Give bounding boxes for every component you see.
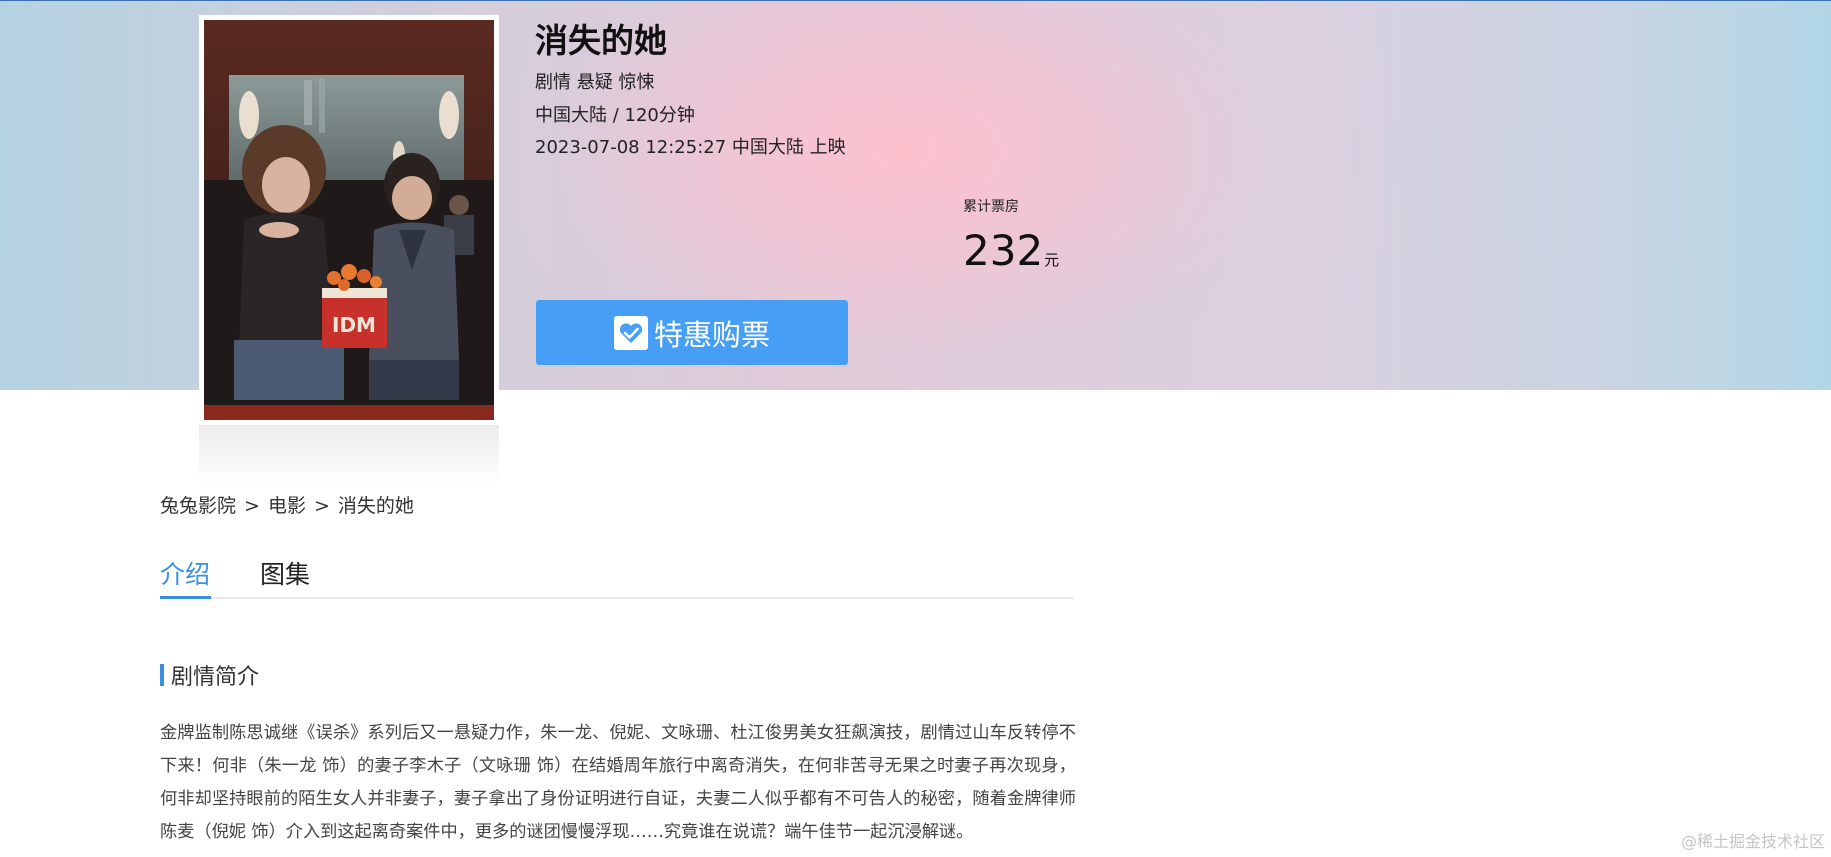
breadcrumb-separator: > [244,495,260,517]
watermark: @稀土掘金技术社区 [1680,832,1825,851]
breadcrumb-separator: > [313,495,330,517]
movie-title: 消失的她 [535,21,667,60]
movie-release-date: 2023-07-08 12:25:27 中国大陆 上映 [535,137,846,158]
breadcrumb-movies[interactable]: 电影 [268,495,306,517]
active-tab-indicator [160,596,211,599]
buy-ticket-button[interactable]: 特惠购票 [536,300,848,365]
box-office-number: 232 [963,226,1044,275]
breadcrumb-current[interactable]: 消失的她 [338,495,414,517]
synopsis-heading-text: 剧情简介 [171,665,260,690]
movie-poster[interactable]: IDM [204,20,494,420]
box-office-unit: 元 [1044,251,1060,269]
movie-region-duration: 中国大陆 / 120分钟 [535,105,695,126]
svg-text:IDM: IDM [332,313,376,337]
box-office-value: 232元 [963,226,1059,275]
movie-genres: 剧情 悬疑 惊悚 [535,72,655,93]
box-office-label: 累计票房 [963,199,1019,215]
section-accent-bar [160,664,164,686]
detail-tabs: 介绍 图集 [160,553,1073,599]
breadcrumb-home[interactable]: 兔兔影院 [160,495,236,517]
poster-reflection [199,425,499,485]
breadcrumb: 兔兔影院 > 电影 > 消失的她 [160,491,414,518]
buy-ticket-label: 特惠购票 [653,317,770,352]
check-heart-icon [613,315,648,350]
movie-poster-image: IDM [204,20,494,420]
synopsis-heading: 剧情简介 [160,663,259,690]
tab-intro[interactable]: 介绍 [160,555,210,591]
tab-gallery[interactable]: 图集 [260,555,310,591]
poster-frame: IDM [199,15,499,425]
movie-detail-page: IDM 消失的她 剧情 悬疑 惊悚 中国大陆 / 120分钟 2023-07-0… [0,0,1831,857]
synopsis-text: 金牌监制陈思诚继《误杀》系列后又一悬疑力作，朱一龙、倪妮、文咏珊、杜江俊男美女狂… [160,723,1076,842]
